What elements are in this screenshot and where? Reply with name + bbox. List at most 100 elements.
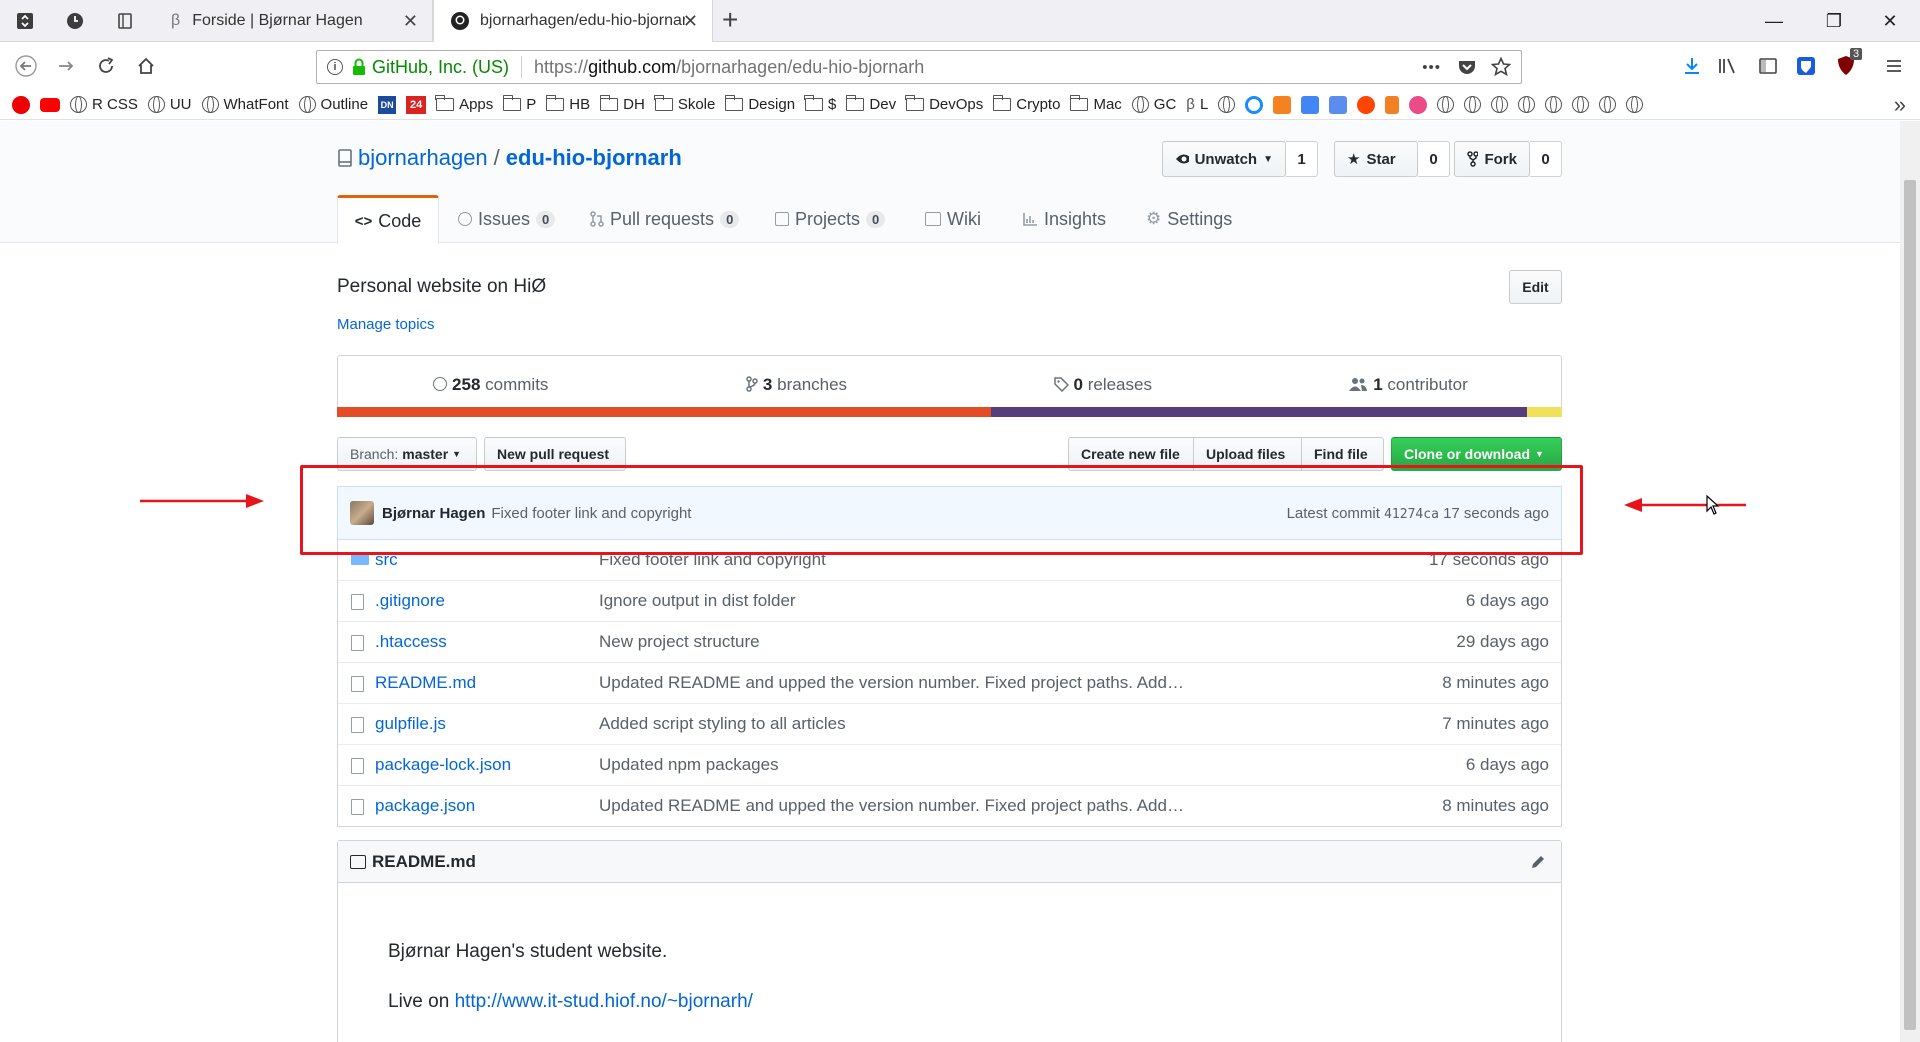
- bookmark-site-9[interactable]: [1437, 96, 1455, 113]
- back-icon[interactable]: [8, 50, 44, 82]
- bitwarden-icon[interactable]: [1788, 50, 1824, 82]
- fork-button[interactable]: Fork: [1454, 141, 1530, 177]
- bookmark-site-7[interactable]: [1385, 95, 1400, 114]
- library-icon[interactable]: [1710, 50, 1746, 82]
- edit-description-button[interactable]: Edit: [1509, 270, 1562, 304]
- bookmark-outline[interactable]: Outline: [298, 96, 368, 113]
- file-commit-message[interactable]: New project structure: [599, 632, 760, 652]
- bookmark-site-1[interactable]: [1218, 96, 1236, 113]
- bookmark-site-14[interactable]: [1572, 96, 1590, 113]
- bookmark-site-13[interactable]: [1545, 96, 1563, 113]
- tab-code[interactable]: <> Code: [337, 195, 439, 244]
- forward-icon[interactable]: [48, 50, 84, 82]
- file-name-link[interactable]: .gitignore: [375, 591, 445, 611]
- repo-name-link[interactable]: edu-hio-bjornarh: [506, 145, 682, 171]
- bookmark-site-4[interactable]: [1301, 95, 1320, 114]
- downloads-icon[interactable]: [1674, 50, 1710, 82]
- restore-icon[interactable]: ❐: [1804, 0, 1864, 42]
- reload-icon[interactable]: [88, 50, 124, 82]
- close-tab-icon[interactable]: ✕: [683, 11, 698, 32]
- tab-wiki[interactable]: Wiki: [925, 195, 981, 243]
- bookmark-site-12[interactable]: [1518, 96, 1536, 113]
- table-row[interactable]: .gitignore Ignore output in dist folder …: [338, 580, 1561, 621]
- bookmark-folder-mac[interactable]: Mac: [1069, 95, 1122, 113]
- table-row[interactable]: gulpfile.js Added script styling to all …: [338, 703, 1561, 744]
- language-bar[interactable]: [337, 407, 1562, 417]
- table-row[interactable]: .htaccess New project structure 29 days …: [338, 621, 1561, 662]
- bookmark-site-2[interactable]: [1245, 95, 1264, 114]
- home-icon[interactable]: [128, 50, 164, 82]
- bookmark-opera[interactable]: [12, 95, 30, 114]
- bookmark-folder-devops[interactable]: DevOps: [905, 95, 983, 113]
- file-name-link[interactable]: package.json: [375, 796, 475, 816]
- bookmark-dn[interactable]: DN: [378, 95, 397, 114]
- commits-link[interactable]: 258 commits: [338, 375, 644, 395]
- minimize-icon[interactable]: —: [1744, 0, 1804, 42]
- file-name-link[interactable]: gulpfile.js: [375, 714, 446, 734]
- contributors-link[interactable]: 1 contributor: [1255, 375, 1561, 395]
- info-icon[interactable]: i: [327, 59, 343, 75]
- readme-live-link[interactable]: http://www.it-stud.hiof.no/~bjornarh/: [455, 991, 753, 1012]
- bookmark-folder-dev[interactable]: Dev: [845, 95, 896, 113]
- new-tab-button[interactable]: +: [722, 4, 738, 36]
- bookmark-site-5[interactable]: [1329, 95, 1348, 114]
- pocket-icon[interactable]: [1457, 57, 1477, 77]
- bookmark-gc[interactable]: GC: [1131, 96, 1176, 113]
- bookmark-site-8[interactable]: [1409, 95, 1428, 114]
- file-commit-message[interactable]: Updated npm packages: [599, 755, 779, 775]
- bookmark-24[interactable]: 24: [406, 95, 427, 114]
- pencil-icon[interactable]: [1529, 853, 1547, 871]
- bookmark-youtube[interactable]: [40, 97, 60, 112]
- table-row[interactable]: package.json Updated README and upped th…: [338, 785, 1561, 826]
- tab-forside[interactable]: β Forside | Bjørnar Hagen ✕: [155, 0, 433, 42]
- bookmark-folder-dollar[interactable]: $: [804, 95, 836, 113]
- bookmark-folder-p[interactable]: P: [502, 95, 536, 113]
- repo-owner-link[interactable]: bjornarhagen: [358, 145, 488, 171]
- containers-icon[interactable]: [100, 0, 150, 42]
- tab-issues[interactable]: Issues 0: [458, 195, 556, 243]
- bookmark-folder-design[interactable]: Design: [724, 95, 795, 113]
- bookmark-site-6[interactable]: [1357, 95, 1376, 114]
- releases-link[interactable]: 0 releases: [950, 375, 1256, 395]
- file-name-link[interactable]: package-lock.json: [375, 755, 511, 775]
- ublock-icon[interactable]: 3: [1828, 48, 1864, 82]
- bookmark-r-css[interactable]: R CSS: [70, 96, 138, 113]
- fork-count[interactable]: 0: [1530, 141, 1562, 177]
- tab-insights[interactable]: Insights: [1022, 195, 1106, 243]
- scrollbar-thumb[interactable]: [1904, 180, 1916, 1030]
- site-identity[interactable]: GitHub, Inc. (US): [372, 57, 509, 78]
- menu-icon[interactable]: [1876, 50, 1912, 82]
- watch-count[interactable]: 1: [1286, 141, 1318, 177]
- file-commit-message[interactable]: Ignore output in dist folder: [599, 591, 796, 611]
- file-commit-message[interactable]: Added script styling to all articles: [599, 714, 846, 734]
- lock-icon[interactable]: [351, 58, 367, 76]
- bookmark-folder-crypto[interactable]: Crypto: [992, 95, 1060, 113]
- file-commit-message[interactable]: Updated README and upped the version num…: [599, 673, 1184, 693]
- bookmark-overflow-icon[interactable]: »: [1894, 92, 1906, 118]
- tab-pull-requests[interactable]: Pull requests 0: [590, 195, 740, 243]
- bookmark-folder-dh[interactable]: DH: [599, 95, 645, 113]
- manage-topics-link[interactable]: Manage topics: [337, 316, 435, 333]
- tab-settings[interactable]: ⚙ Settings: [1146, 195, 1232, 243]
- bookmark-l[interactable]: βL: [1186, 96, 1208, 113]
- table-row[interactable]: package-lock.json Updated npm packages 6…: [338, 744, 1561, 785]
- branches-link[interactable]: 3 branches: [644, 375, 950, 395]
- file-name-link[interactable]: README.md: [375, 673, 476, 693]
- bookmark-site-11[interactable]: [1491, 96, 1509, 113]
- sidebar-icon[interactable]: [1750, 50, 1786, 82]
- bookmark-folder-hb[interactable]: HB: [545, 95, 590, 113]
- close-tab-icon[interactable]: ✕: [403, 11, 418, 32]
- file-commit-message[interactable]: Updated README and upped the version num…: [599, 796, 1184, 816]
- bookmark-site-10[interactable]: [1464, 96, 1482, 113]
- url-bar[interactable]: i GitHub, Inc. (US) https://github.com/b…: [316, 50, 1522, 84]
- star-count[interactable]: 0: [1418, 141, 1450, 177]
- bookmark-site-15[interactable]: [1599, 96, 1617, 113]
- close-window-icon[interactable]: ✕: [1860, 0, 1920, 42]
- unwatch-button[interactable]: Unwatch ▼: [1162, 141, 1286, 177]
- bookmark-folder-apps[interactable]: Apps: [435, 95, 493, 113]
- clock-icon[interactable]: [50, 0, 100, 42]
- bookmark-uu[interactable]: UU: [147, 96, 192, 113]
- table-row[interactable]: README.md Updated README and upped the v…: [338, 662, 1561, 703]
- bookmark-site-16[interactable]: [1626, 96, 1644, 113]
- page-actions-icon[interactable]: •••: [1422, 59, 1441, 76]
